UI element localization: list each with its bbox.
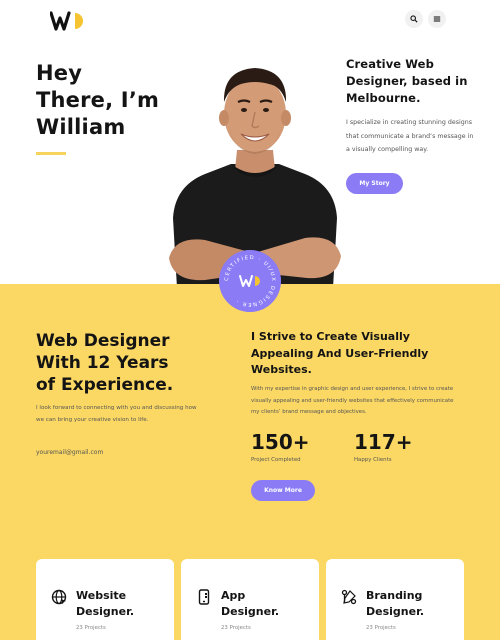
pen-tool-icon xyxy=(341,589,357,605)
search-icon xyxy=(410,15,418,23)
service-title-line: Designer. xyxy=(366,604,425,618)
hero-headline-line: Creative Web xyxy=(346,57,434,71)
service-title-line: Branding xyxy=(366,589,423,602)
logo[interactable] xyxy=(50,10,90,32)
about-text: I look forward to connecting with you an… xyxy=(36,405,197,423)
service-card-app[interactable]: App Designer. 23 Projects xyxy=(181,559,319,640)
about-title: Web Designer With 12 Years of Experience… xyxy=(36,330,173,396)
stat-label: Happy Clients xyxy=(354,457,392,463)
service-title: Branding Designer. xyxy=(366,588,424,619)
hero-headline: Creative Web Designer, based in Melbourn… xyxy=(346,56,476,107)
service-title: Website Designer. xyxy=(76,588,134,619)
strive-heading: I Strive to Create Visually Appealing An… xyxy=(251,329,451,379)
about-title-line: of Experience. xyxy=(36,375,174,395)
hero-greeting-line: There, I’m xyxy=(36,88,160,112)
email-link[interactable]: youremail@gmail.com xyxy=(36,449,103,456)
my-story-button[interactable]: My Story xyxy=(346,173,403,194)
globe-icon xyxy=(51,589,67,605)
hero-greeting-line: William xyxy=(36,115,126,139)
strive-heading-line: I Strive to Create Visually xyxy=(251,330,410,343)
service-title: App Designer. xyxy=(221,588,279,619)
service-projects: 23 Projects xyxy=(366,625,396,631)
service-projects: 23 Projects xyxy=(221,625,251,631)
strive-heading-line: Websites. xyxy=(251,363,312,376)
hero-greeting-line: Hey xyxy=(36,61,83,85)
stat-value: 117+ xyxy=(354,430,413,454)
strive-heading-line: Appealing And User-Friendly xyxy=(251,346,429,360)
about-title-line: Web Designer xyxy=(36,331,170,351)
page: Hey There, I’m William Creative Web Desi… xyxy=(0,0,500,640)
service-projects: 23 Projects xyxy=(76,625,106,631)
hero-description: I specialize in creating stunning design… xyxy=(346,119,474,153)
hero-greeting: Hey There, I’m William xyxy=(36,60,159,141)
stat-value: 150+ xyxy=(251,430,310,454)
strive-text: With my expertise in graphic design and … xyxy=(251,386,454,415)
certified-badge: CERTIFIED · UI/UX DESIGNER · xyxy=(219,250,281,312)
search-button[interactable] xyxy=(405,10,423,28)
hero-headline-line: Designer, based in xyxy=(346,74,468,88)
stat-clients: 117+ Happy Clients xyxy=(354,429,413,463)
service-title-line: Designer. xyxy=(76,604,135,618)
stat-projects: 150+ Project Completed xyxy=(251,429,310,463)
mobile-icon xyxy=(198,589,210,605)
menu-button[interactable] xyxy=(428,10,446,28)
hero-intro: Creative Web Designer, based in Melbourn… xyxy=(346,56,476,157)
service-title-line: Website xyxy=(76,589,127,602)
hero-headline-line: Melbourne. xyxy=(346,91,421,105)
service-title-line: Designer. xyxy=(221,604,280,618)
stat-label: Project Completed xyxy=(251,457,301,463)
about-title-line: With 12 Years xyxy=(36,353,169,373)
menu-icon xyxy=(433,16,441,22)
accent-divider xyxy=(36,152,66,155)
service-card-website[interactable]: Website Designer. 23 Projects xyxy=(36,559,174,640)
know-more-button[interactable]: Know More xyxy=(251,480,315,501)
service-card-branding[interactable]: Branding Designer. 23 Projects xyxy=(326,559,464,640)
service-title-line: App xyxy=(221,589,246,602)
